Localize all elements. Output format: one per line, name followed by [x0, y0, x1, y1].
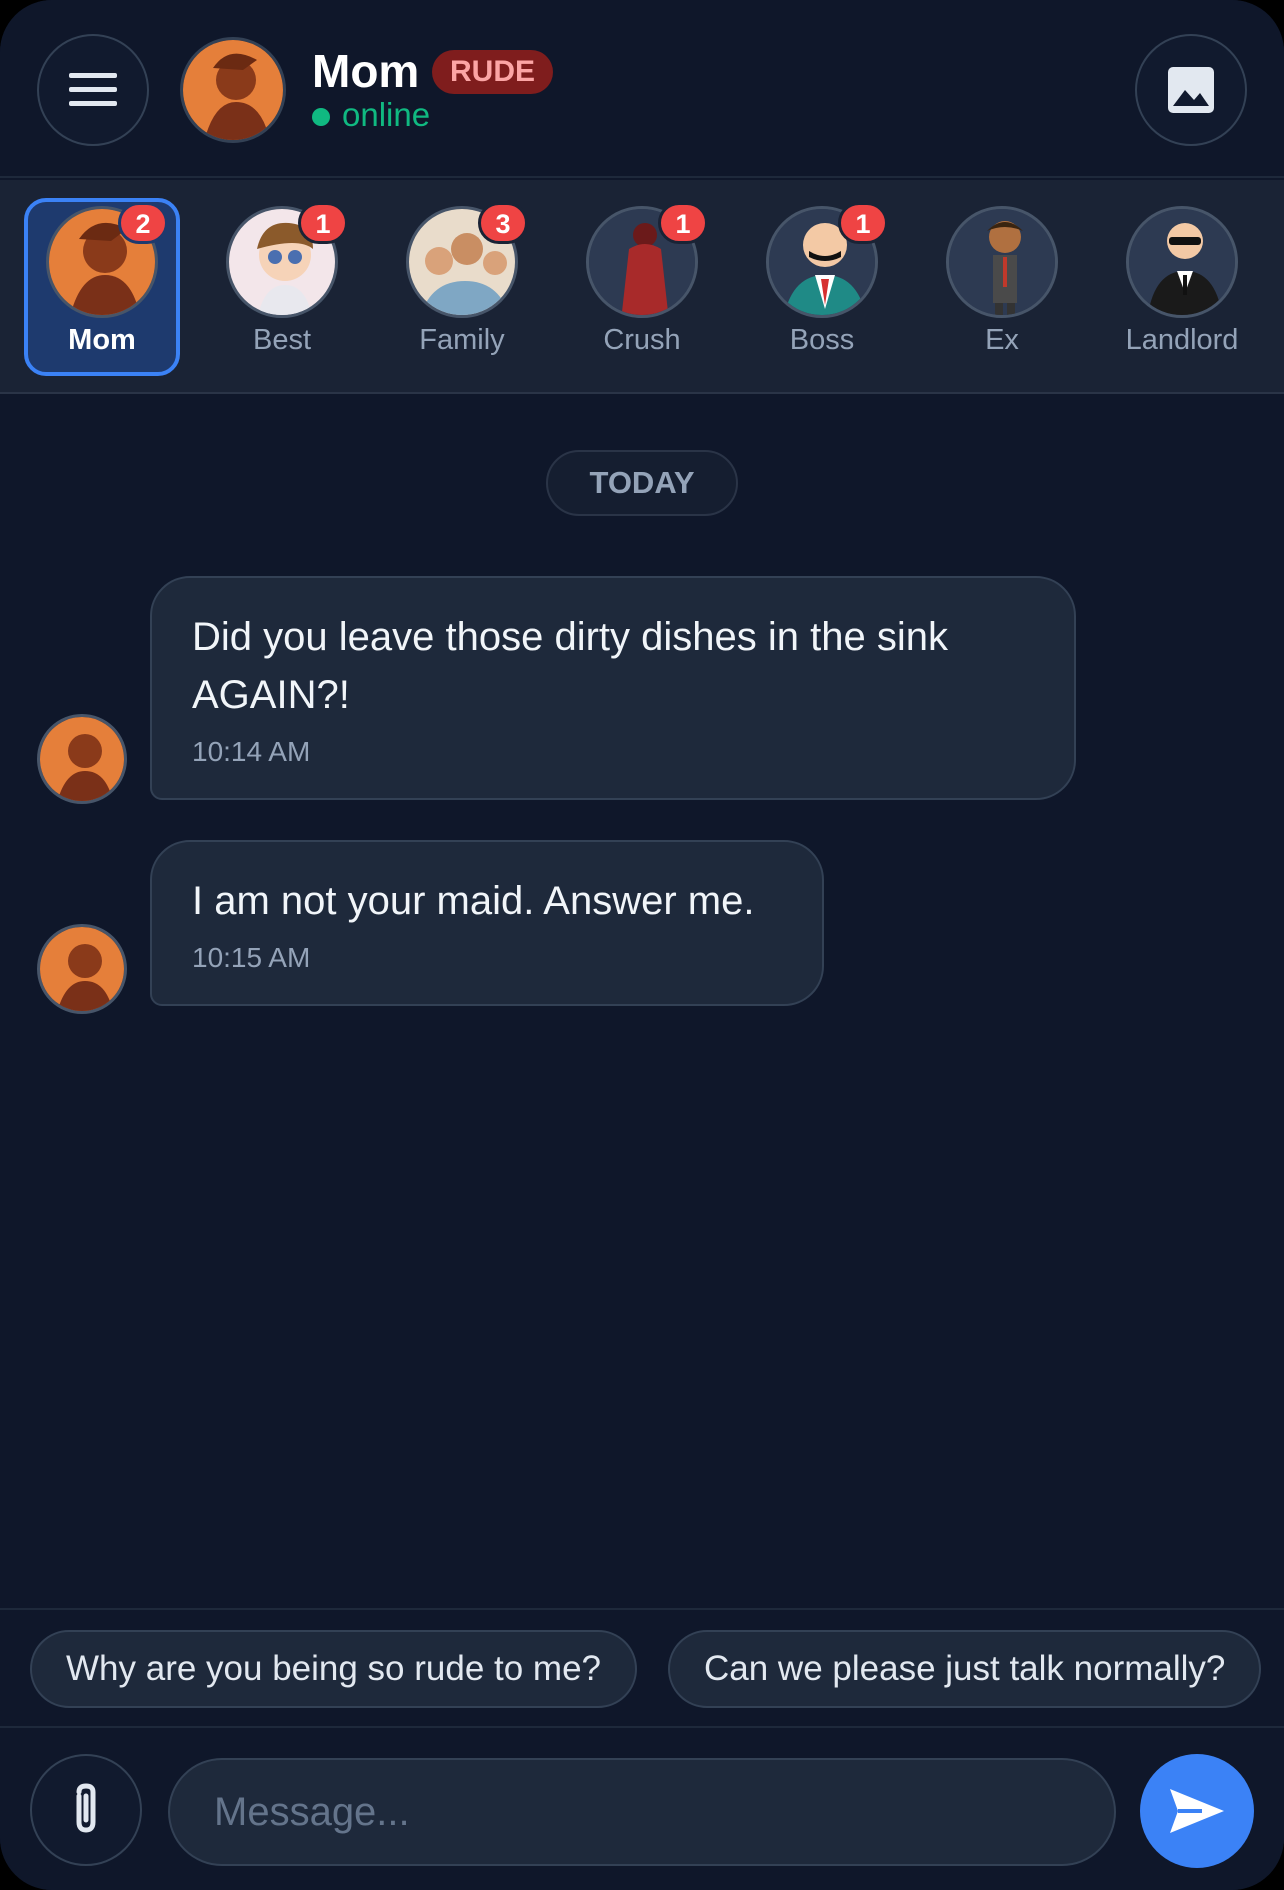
send-button[interactable]: [1140, 1754, 1254, 1868]
contact-label: Mom: [68, 324, 136, 356]
unread-badge: 1: [838, 202, 888, 244]
unread-badge: 1: [658, 202, 708, 244]
contact-label: Family: [419, 324, 505, 356]
mood-badge: RUDE: [432, 50, 554, 94]
message-avatar[interactable]: [37, 924, 127, 1014]
gallery-button[interactable]: [1135, 34, 1247, 146]
hamburger-menu-icon: [69, 73, 117, 106]
contact-label: Ex: [985, 324, 1019, 356]
paperclip-icon: [76, 1783, 96, 1833]
message-composer: [0, 1726, 1284, 1890]
phone-screen: Mom RUDE online 2 Mom 1 Best 3 Family 1 …: [0, 0, 1284, 1890]
unread-badge: 2: [118, 202, 168, 244]
quick-reply-chip[interactable]: Can we please just talk normally?: [668, 1630, 1262, 1708]
send-icon: [1170, 1789, 1224, 1833]
date-separator: TODAY: [546, 450, 738, 516]
header-avatar[interactable]: [180, 37, 286, 143]
contact-boss[interactable]: 1 Boss: [744, 198, 900, 376]
contact-label: Boss: [789, 324, 855, 356]
contact-strip: 2 Mom 1 Best 3 Family 1 Crush 1 Boss Ex …: [0, 180, 1284, 394]
online-status-text: online: [342, 96, 431, 133]
contact-landlord[interactable]: Landlord: [1104, 198, 1260, 376]
contact-mom[interactable]: 2 Mom: [24, 198, 180, 376]
quick-replies-bar: Why are you being so rude to me? Can we …: [0, 1608, 1284, 1726]
message-input[interactable]: [168, 1758, 1116, 1866]
message-text: I am not your maid. Answer me.: [192, 879, 755, 923]
unread-badge: 1: [298, 202, 348, 244]
message-avatar[interactable]: [37, 714, 127, 804]
message-text: Did you leave those dirty dishes in the …: [192, 615, 948, 717]
contact-crush[interactable]: 1 Crush: [564, 198, 720, 376]
attach-button[interactable]: [30, 1754, 142, 1866]
contact-label: Crush: [603, 324, 681, 356]
message-bubble: I am not your maid. Answer me. 10:15 AM: [150, 840, 824, 1006]
message-timestamp: 10:15 AM: [192, 942, 311, 973]
avatar: [946, 206, 1058, 318]
unread-badge: 3: [478, 202, 528, 244]
contact-family[interactable]: 3 Family: [384, 198, 540, 376]
contact-name: Mom: [312, 45, 420, 97]
contact-label: Best: [252, 324, 312, 356]
contact-best[interactable]: 1 Best: [204, 198, 360, 376]
message-timestamp: 10:14 AM: [192, 736, 311, 767]
chat-header: Mom RUDE online: [0, 0, 1284, 178]
contact-ex[interactable]: Ex: [924, 198, 1080, 376]
message-bubble: Did you leave those dirty dishes in the …: [150, 576, 1076, 800]
mom-avatar-image: [183, 40, 283, 140]
menu-button[interactable]: [37, 34, 149, 146]
image-icon: [1168, 67, 1214, 113]
quick-reply-chip[interactable]: Why are you being so rude to me?: [30, 1630, 638, 1708]
contact-label: Landlord: [1125, 324, 1239, 356]
online-status-dot: [312, 108, 330, 126]
avatar: [1126, 206, 1238, 318]
